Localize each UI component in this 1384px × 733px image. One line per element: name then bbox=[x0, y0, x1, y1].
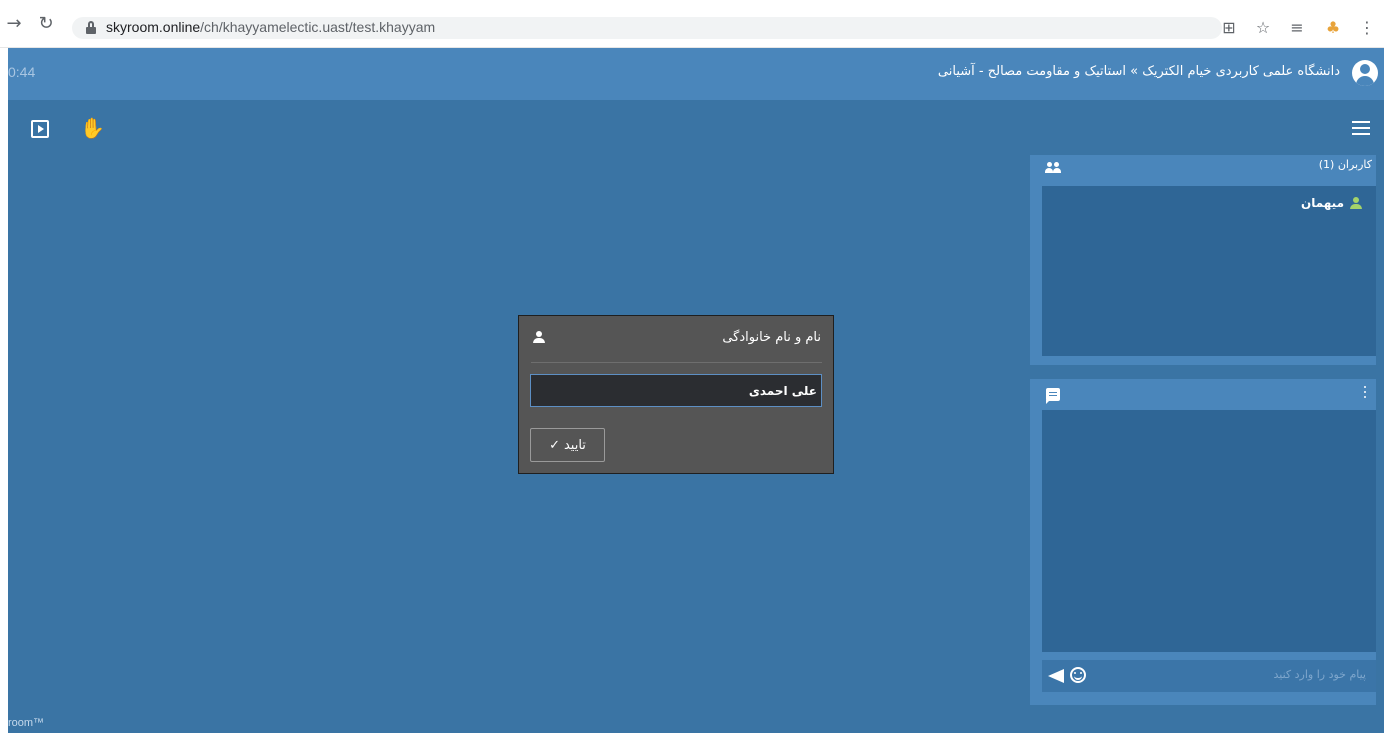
users-panel-title: کاربران (1) bbox=[1318, 158, 1372, 171]
chat-input[interactable] bbox=[1166, 668, 1366, 681]
timer: 0:44 bbox=[8, 64, 36, 80]
chat-panel bbox=[1030, 379, 1376, 705]
address-bar[interactable]: skyroom.online/ch/khayyamelectic.uast/te… bbox=[72, 17, 1222, 39]
room-title: دانشگاه علمی کاربردی خیام الکتریک » استا… bbox=[937, 64, 1340, 79]
chat-options-icon[interactable] bbox=[1364, 386, 1368, 400]
dialog-divider bbox=[531, 362, 822, 363]
raise-hand-icon[interactable]: ✋ bbox=[80, 117, 105, 139]
presentation-icon[interactable] bbox=[31, 120, 49, 138]
send-icon[interactable] bbox=[1048, 669, 1064, 683]
users-list: میهمان bbox=[1042, 186, 1376, 356]
check-icon: ✓ bbox=[549, 437, 560, 453]
star-icon[interactable]: ☆ bbox=[1252, 17, 1274, 39]
menu-icon[interactable] bbox=[1352, 121, 1370, 135]
user-name: میهمان bbox=[1300, 196, 1344, 210]
more-icon[interactable]: ⋮ bbox=[1356, 17, 1378, 39]
user-list-item[interactable]: میهمان bbox=[1301, 196, 1362, 210]
chat-input-row bbox=[1042, 660, 1376, 692]
left-edge bbox=[0, 48, 8, 733]
users-panel: کاربران (1) میهمان bbox=[1030, 155, 1376, 365]
profile-icon[interactable]: ♣ bbox=[1322, 17, 1344, 39]
url-text: skyroom.online/ch/khayyamelectic.uast/te… bbox=[106, 19, 436, 35]
forward-arrow-icon[interactable]: → bbox=[4, 14, 24, 34]
person-icon bbox=[533, 331, 545, 344]
emoji-icon[interactable] bbox=[1070, 667, 1086, 683]
name-dialog: نام و نام خانوادگی تایید ✓ bbox=[518, 315, 834, 474]
dialog-title: نام و نام خانوادگی bbox=[722, 330, 821, 345]
account-icon[interactable] bbox=[1352, 60, 1378, 86]
browser-toolbar: → ↻ skyroom.online/ch/khayyamelectic.uas… bbox=[0, 0, 1384, 48]
confirm-button[interactable]: تایید ✓ bbox=[530, 428, 605, 462]
chat-messages bbox=[1042, 410, 1376, 652]
reload-icon[interactable]: ↻ bbox=[36, 14, 56, 34]
full-name-input[interactable] bbox=[530, 374, 822, 407]
users-group-icon bbox=[1044, 162, 1062, 174]
user-icon bbox=[1350, 197, 1362, 209]
lock-icon bbox=[86, 21, 96, 34]
translate-icon[interactable]: ⊞ bbox=[1218, 17, 1240, 39]
brand-text: room™ bbox=[8, 717, 45, 729]
confirm-label: تایید bbox=[563, 437, 586, 453]
chat-icon bbox=[1046, 388, 1060, 404]
app-header: 0:44 دانشگاه علمی کاربردی خیام الکتریک »… bbox=[8, 48, 1384, 100]
reading-list-icon[interactable]: ≡ bbox=[1286, 17, 1308, 39]
